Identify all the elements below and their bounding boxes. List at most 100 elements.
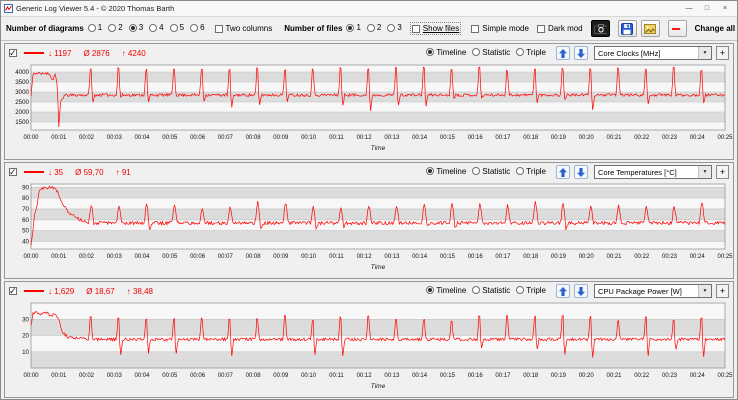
add-metric-button[interactable]: + bbox=[716, 284, 729, 298]
simple-mode-checkbox[interactable]: Simple mode bbox=[471, 24, 529, 33]
radio-label: 1 bbox=[356, 23, 361, 33]
metric-select[interactable]: Core Temperatures [°C] ▼ bbox=[594, 165, 712, 179]
svg-text:00:24: 00:24 bbox=[690, 254, 706, 260]
svg-text:00:06: 00:06 bbox=[190, 373, 206, 379]
panel-enabled-checkbox[interactable] bbox=[9, 167, 17, 178]
radio-icon bbox=[516, 48, 525, 57]
add-metric-button[interactable]: + bbox=[716, 46, 729, 60]
radio-2[interactable]: 2 bbox=[366, 23, 381, 32]
checkbox-icon bbox=[411, 24, 420, 33]
svg-text:00:20: 00:20 bbox=[579, 373, 595, 379]
line-style-refresh-button[interactable] bbox=[667, 20, 687, 37]
metric-select-value: Core Clocks [MHz] bbox=[598, 48, 661, 58]
radio-icon bbox=[87, 23, 96, 32]
svg-text:00:05: 00:05 bbox=[162, 254, 178, 260]
screenshot-button[interactable] bbox=[590, 20, 610, 37]
radio-icon bbox=[472, 286, 481, 295]
svg-text:00:13: 00:13 bbox=[384, 254, 400, 260]
svg-text:00:11: 00:11 bbox=[329, 135, 344, 141]
metric-select-value: CPU Package Power [W] bbox=[598, 286, 682, 296]
svg-text:00:01: 00:01 bbox=[51, 135, 67, 141]
two-columns-label: Two columns bbox=[225, 24, 273, 33]
radio-icon bbox=[426, 167, 435, 176]
radio-4[interactable]: 4 bbox=[149, 23, 164, 32]
window-title: Generic Log Viewer 5.4 - © 2020 Thomas B… bbox=[16, 4, 175, 13]
stat-max: ↑ 91 bbox=[115, 167, 131, 177]
svg-text:30: 30 bbox=[22, 316, 29, 323]
view-mode-options: Timeline Statistic Triple bbox=[426, 48, 552, 59]
chart-panel-cpu-package-power: ↓ 1,629 Ø 18,67 ↑ 38,48 Timeline Statisti… bbox=[4, 281, 734, 398]
svg-text:00:20: 00:20 bbox=[579, 135, 595, 141]
floppy-disk-icon bbox=[621, 22, 634, 35]
line-refresh-icon bbox=[671, 28, 680, 30]
radio-timeline[interactable]: Timeline bbox=[426, 167, 466, 176]
radio-statistic[interactable]: Statistic bbox=[472, 286, 510, 295]
svg-text:00:08: 00:08 bbox=[246, 373, 262, 379]
svg-text:00:00: 00:00 bbox=[23, 135, 39, 141]
radio-statistic[interactable]: Statistic bbox=[472, 167, 510, 176]
stat-max: ↑ 38,48 bbox=[126, 286, 153, 296]
two-columns-checkbox[interactable]: Two columns bbox=[214, 24, 273, 33]
add-metric-button[interactable]: + bbox=[716, 165, 729, 179]
radio-5[interactable]: 5 bbox=[169, 23, 184, 32]
svg-text:00:23: 00:23 bbox=[662, 135, 678, 141]
metric-select[interactable]: CPU Package Power [W] ▼ bbox=[594, 284, 712, 298]
move-down-button[interactable] bbox=[574, 165, 588, 179]
minimize-button[interactable]: — bbox=[680, 2, 698, 15]
radio-triple[interactable]: Triple bbox=[516, 167, 546, 176]
chevron-down-icon: ▼ bbox=[698, 285, 711, 297]
panel-enabled-checkbox[interactable] bbox=[9, 48, 17, 59]
svg-text:2000: 2000 bbox=[15, 109, 29, 116]
svg-text:40: 40 bbox=[22, 238, 29, 245]
save-button[interactable] bbox=[617, 20, 637, 37]
show-files-checkbox[interactable]: Show files bbox=[409, 22, 462, 35]
radio-6[interactable]: 6 bbox=[190, 23, 205, 32]
radio-1[interactable]: 1 bbox=[346, 23, 361, 33]
svg-text:00:25: 00:25 bbox=[717, 373, 733, 379]
radio-label: Timeline bbox=[436, 285, 467, 295]
panel-enabled-checkbox[interactable] bbox=[9, 286, 17, 297]
radio-icon bbox=[108, 23, 117, 32]
radio-3[interactable]: 3 bbox=[128, 23, 143, 32]
radio-1[interactable]: 1 bbox=[87, 23, 102, 32]
radio-icon bbox=[149, 23, 158, 32]
radio-label: Statistic bbox=[482, 166, 511, 176]
radio-timeline[interactable]: Timeline bbox=[426, 48, 466, 57]
svg-text:00:09: 00:09 bbox=[273, 254, 289, 260]
radio-timeline[interactable]: Timeline bbox=[426, 286, 466, 295]
view-mode-options: Timeline Statistic Triple bbox=[426, 286, 552, 297]
radio-statistic[interactable]: Statistic bbox=[472, 48, 510, 57]
files-label: Number of files bbox=[284, 24, 343, 33]
svg-text:00:03: 00:03 bbox=[107, 135, 123, 141]
svg-text:00:18: 00:18 bbox=[523, 373, 539, 379]
svg-text:3500: 3500 bbox=[15, 79, 29, 86]
close-button[interactable]: × bbox=[716, 2, 734, 15]
svg-text:00:04: 00:04 bbox=[134, 254, 150, 260]
svg-text:00:02: 00:02 bbox=[79, 135, 95, 141]
radio-triple[interactable]: Triple bbox=[516, 48, 546, 57]
svg-text:00:18: 00:18 bbox=[523, 254, 539, 260]
svg-text:60: 60 bbox=[22, 217, 29, 224]
svg-text:00:17: 00:17 bbox=[495, 373, 511, 379]
move-down-button[interactable] bbox=[574, 284, 588, 298]
metric-select[interactable]: Core Clocks [MHz] ▼ bbox=[594, 46, 712, 60]
arrow-up-icon bbox=[559, 286, 567, 296]
dark-mode-label: Dark mod bbox=[547, 24, 583, 33]
arrow-down-icon bbox=[577, 286, 585, 296]
export-image-button[interactable] bbox=[640, 20, 660, 37]
series-color-line bbox=[24, 290, 44, 292]
move-up-button[interactable] bbox=[556, 284, 570, 298]
svg-text:00:04: 00:04 bbox=[134, 373, 150, 379]
radio-2[interactable]: 2 bbox=[108, 23, 123, 32]
radio-triple[interactable]: Triple bbox=[516, 286, 546, 295]
move-down-button[interactable] bbox=[574, 46, 588, 60]
radio-3[interactable]: 3 bbox=[387, 23, 402, 32]
svg-text:00:18: 00:18 bbox=[523, 135, 539, 141]
dark-mode-checkbox[interactable]: Dark mod bbox=[536, 24, 583, 33]
radio-icon bbox=[190, 23, 199, 32]
move-up-button[interactable] bbox=[556, 165, 570, 179]
maximize-button[interactable]: □ bbox=[698, 2, 716, 15]
arrow-down-icon bbox=[577, 167, 585, 177]
svg-text:00:02: 00:02 bbox=[79, 373, 95, 379]
move-up-button[interactable] bbox=[556, 46, 570, 60]
